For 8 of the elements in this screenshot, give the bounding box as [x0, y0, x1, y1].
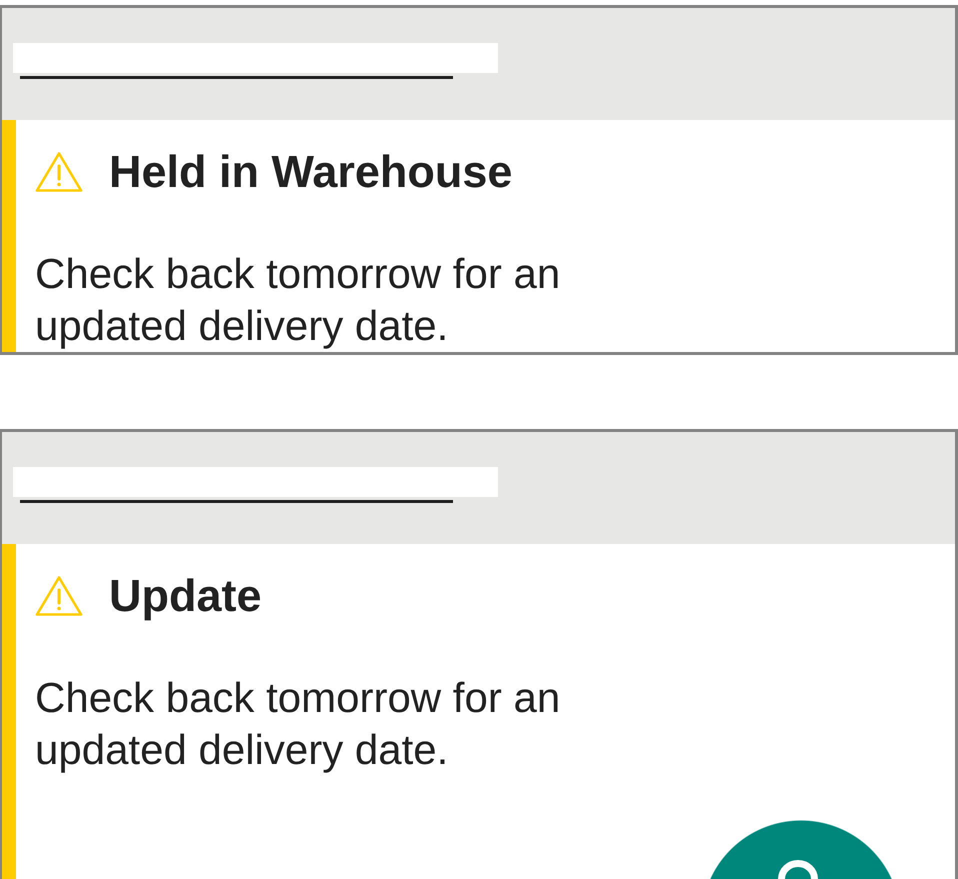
tracking-link-underline[interactable] [20, 500, 453, 503]
tracking-link-underline[interactable] [20, 76, 453, 79]
notice-title: Held in Warehouse [109, 147, 512, 197]
warning-icon [35, 575, 83, 617]
notice-message: Check back tomorrow for an updated delivery date. [35, 673, 562, 775]
warning-icon [35, 151, 83, 193]
notice-title: Update [109, 571, 262, 621]
notice-message: Check back tomorrow for an updated delivery date. [35, 249, 562, 351]
